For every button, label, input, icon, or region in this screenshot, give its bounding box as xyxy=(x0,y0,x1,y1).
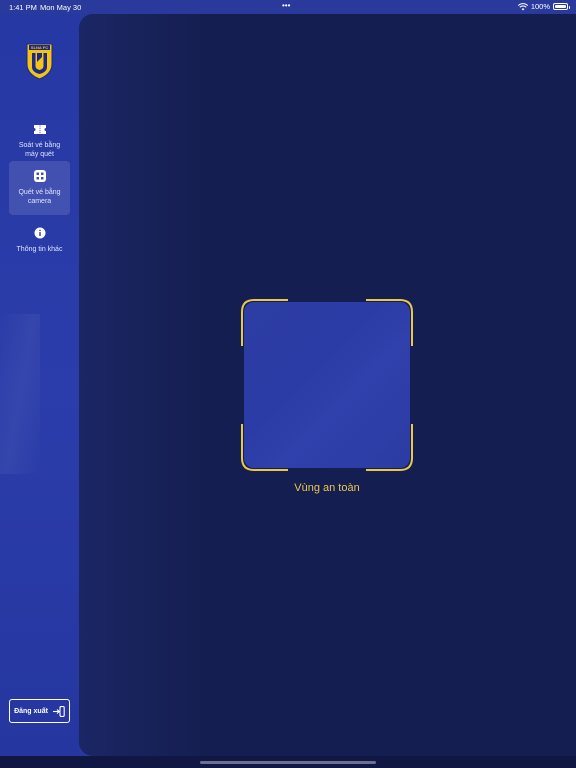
camera-scan-icon xyxy=(33,169,47,183)
logout-button[interactable]: Đăng xuất xyxy=(9,699,70,723)
safe-zone-label: Vùng an toàn xyxy=(294,482,360,494)
ticket-scanner-icon xyxy=(33,122,47,136)
sidebar-item-camera[interactable]: Quét vé bằng camera xyxy=(9,161,70,215)
battery-icon xyxy=(553,3,570,10)
sidebar-item-info[interactable]: Thông tin khác xyxy=(9,218,70,272)
sidebar-item-label: Soát vé bằng máy quét xyxy=(18,142,61,158)
svg-text:SLNA FC: SLNA FC xyxy=(31,45,48,50)
sidebar: SLNA FC Soát vé bằng máy quét Quét vé bằ… xyxy=(0,14,80,768)
battery-percent: 100% xyxy=(530,2,550,11)
logout-label: Đăng xuất xyxy=(14,707,48,715)
club-logo: SLNA FC xyxy=(26,43,53,80)
status-indicators: 100% xyxy=(517,2,570,11)
sidebar-item-scanner[interactable]: Soát vé bằng máy quét xyxy=(9,114,70,168)
home-indicator[interactable] xyxy=(200,761,376,764)
status-time: 1:41 PM xyxy=(9,3,37,12)
status-bar: 1:41 PM Mon May 30 ••• 100% xyxy=(0,0,576,14)
sidebar-item-label: Quét vé bằng camera xyxy=(18,189,61,205)
info-icon xyxy=(33,226,47,240)
multitasking-dots-icon[interactable]: ••• xyxy=(282,1,290,10)
wifi-icon xyxy=(517,2,528,10)
status-date: Mon May 30 xyxy=(40,3,82,12)
app-screen: 1:41 PM Mon May 30 ••• 100% SLNA FC Soát… xyxy=(0,0,576,768)
sidebar-item-label: Thông tin khác xyxy=(16,246,63,253)
scan-frame-corners xyxy=(241,299,413,471)
camera-view: Vùng an toàn xyxy=(79,14,576,756)
scan-area[interactable] xyxy=(241,299,413,471)
logout-icon xyxy=(52,705,65,717)
